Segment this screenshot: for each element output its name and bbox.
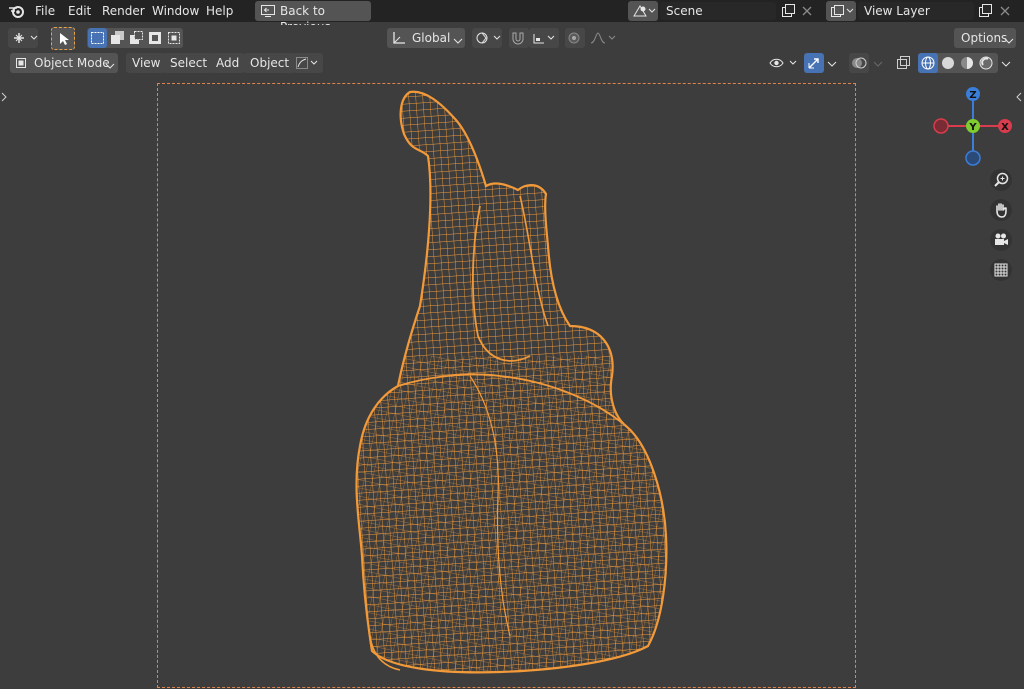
view-layer-name: View Layer: [864, 4, 930, 18]
tool-header: Global Options: [0, 25, 1024, 50]
pan-hand-icon[interactable]: [989, 198, 1013, 225]
menu-edit[interactable]: Edit: [68, 3, 91, 19]
scene-name: Scene: [666, 4, 703, 18]
wireframe-mesh[interactable]: [0, 76, 1024, 689]
duplicate-scene-icon[interactable]: [780, 3, 796, 22]
menu-file[interactable]: File: [35, 3, 55, 19]
select-set-icon[interactable]: [88, 28, 107, 48]
orientation-global-icon: [391, 31, 407, 51]
selection-mode-group: [87, 28, 183, 48]
transform-orientation-dropdown[interactable]: Global: [387, 28, 465, 48]
rendered-shading-icon[interactable]: [976, 53, 996, 76]
view-layer-name-field[interactable]: View Layer: [858, 2, 974, 20]
blender-logo-icon[interactable]: [8, 3, 26, 22]
scene-icon: [632, 4, 656, 21]
snap-toggle[interactable]: [509, 28, 529, 48]
gizmo-neg-x-axis[interactable]: [933, 118, 949, 134]
menu-render[interactable]: Render: [102, 3, 145, 19]
transform-affect-dropdown[interactable]: [293, 53, 323, 73]
duplicate-view-layer-icon[interactable]: [977, 3, 993, 22]
object-mode-label: Object Mode: [34, 56, 110, 70]
gizmo-z-label: Z: [969, 90, 976, 101]
back-screen-icon: [260, 4, 276, 21]
select-intersect-icon[interactable]: [165, 28, 184, 51]
view-layer-browse-button[interactable]: [826, 1, 856, 21]
visibility-dropdown[interactable]: [766, 53, 800, 73]
eye-icon: [768, 56, 800, 73]
gizmo-toggle[interactable]: [804, 53, 824, 73]
scene-name-field[interactable]: Scene: [660, 2, 776, 20]
gizmo-y-label: Y: [968, 122, 977, 133]
options-label: Options: [961, 31, 1008, 45]
camera-view-icon[interactable]: [989, 228, 1013, 255]
overlay-circles-icon: [851, 55, 867, 77]
proportional-editing-toggle[interactable]: [565, 28, 585, 48]
proportional-dot-icon: [567, 31, 581, 51]
snap-increment-icon: [532, 31, 558, 51]
select-menu[interactable]: Select: [164, 53, 214, 73]
menu-help[interactable]: Help: [206, 3, 233, 19]
close-view-layer-icon[interactable]: [998, 4, 1012, 21]
magnet-icon: [510, 30, 526, 52]
gizmo-neg-z-axis[interactable]: [965, 150, 981, 166]
view-menu[interactable]: View: [126, 53, 167, 73]
cursor-arrow-icon: [58, 32, 70, 49]
shading-mode-group: [918, 53, 998, 73]
select-extend-icon[interactable]: [108, 28, 127, 51]
falloff-curve-icon: [589, 31, 619, 48]
object-mode-icon: [14, 56, 28, 76]
menu-window[interactable]: Window: [152, 3, 199, 19]
wireframe-shading-icon[interactable]: [918, 53, 938, 73]
zoom-icon[interactable]: [989, 168, 1013, 195]
overlays-chevron-down-icon[interactable]: [873, 58, 883, 72]
chevron-down-icon: [105, 57, 115, 77]
object-menu[interactable]: Object: [244, 53, 296, 73]
gizmo-arrow-icon: [806, 55, 822, 74]
top-bar: File Edit Render Window Help Back to Pre…: [0, 0, 1024, 34]
transform-orientation-value: Global: [412, 31, 451, 45]
3d-view-icon: [11, 31, 39, 51]
scene-browse-button[interactable]: [628, 1, 658, 21]
3d-viewport[interactable]: Z X Y: [0, 76, 1024, 689]
view-layer-icon: [830, 4, 854, 21]
viewport-header: Object Mode View Select Add Object: [0, 50, 1024, 76]
snap-target-dropdown[interactable]: [529, 28, 559, 48]
chevron-down-icon: [1004, 32, 1014, 52]
navigation-gizmo[interactable]: Z X Y: [925, 82, 1020, 172]
pivot-point-dropdown[interactable]: [472, 28, 502, 48]
xray-toggle-icon[interactable]: [895, 55, 911, 74]
chevron-down-icon: [453, 32, 463, 52]
add-menu[interactable]: Add: [210, 53, 246, 73]
gizmo-x-label: X: [1001, 122, 1009, 133]
select-subtract-icon[interactable]: [127, 28, 146, 51]
select-tool-button[interactable]: [51, 27, 75, 50]
back-to-previous-button[interactable]: Back to Previous: [255, 1, 371, 34]
pivot-icon: [474, 31, 502, 51]
options-dropdown[interactable]: Options: [954, 28, 1016, 48]
transform-gizmo-icon: [295, 56, 321, 76]
editor-type-button[interactable]: [8, 28, 38, 48]
close-scene-icon[interactable]: [800, 4, 814, 21]
material-preview-icon[interactable]: [957, 53, 977, 76]
select-invert-icon[interactable]: [146, 28, 165, 51]
object-mode-dropdown[interactable]: Object Mode: [10, 53, 118, 73]
overlays-toggle[interactable]: [849, 53, 869, 73]
gizmo-chevron-down-icon[interactable]: [827, 58, 837, 72]
proportional-falloff-dropdown[interactable]: [587, 28, 617, 48]
ortho-grid-icon[interactable]: [989, 258, 1013, 285]
shading-chevron-down-icon[interactable]: [1001, 58, 1011, 72]
solid-shading-icon[interactable]: [938, 53, 958, 76]
